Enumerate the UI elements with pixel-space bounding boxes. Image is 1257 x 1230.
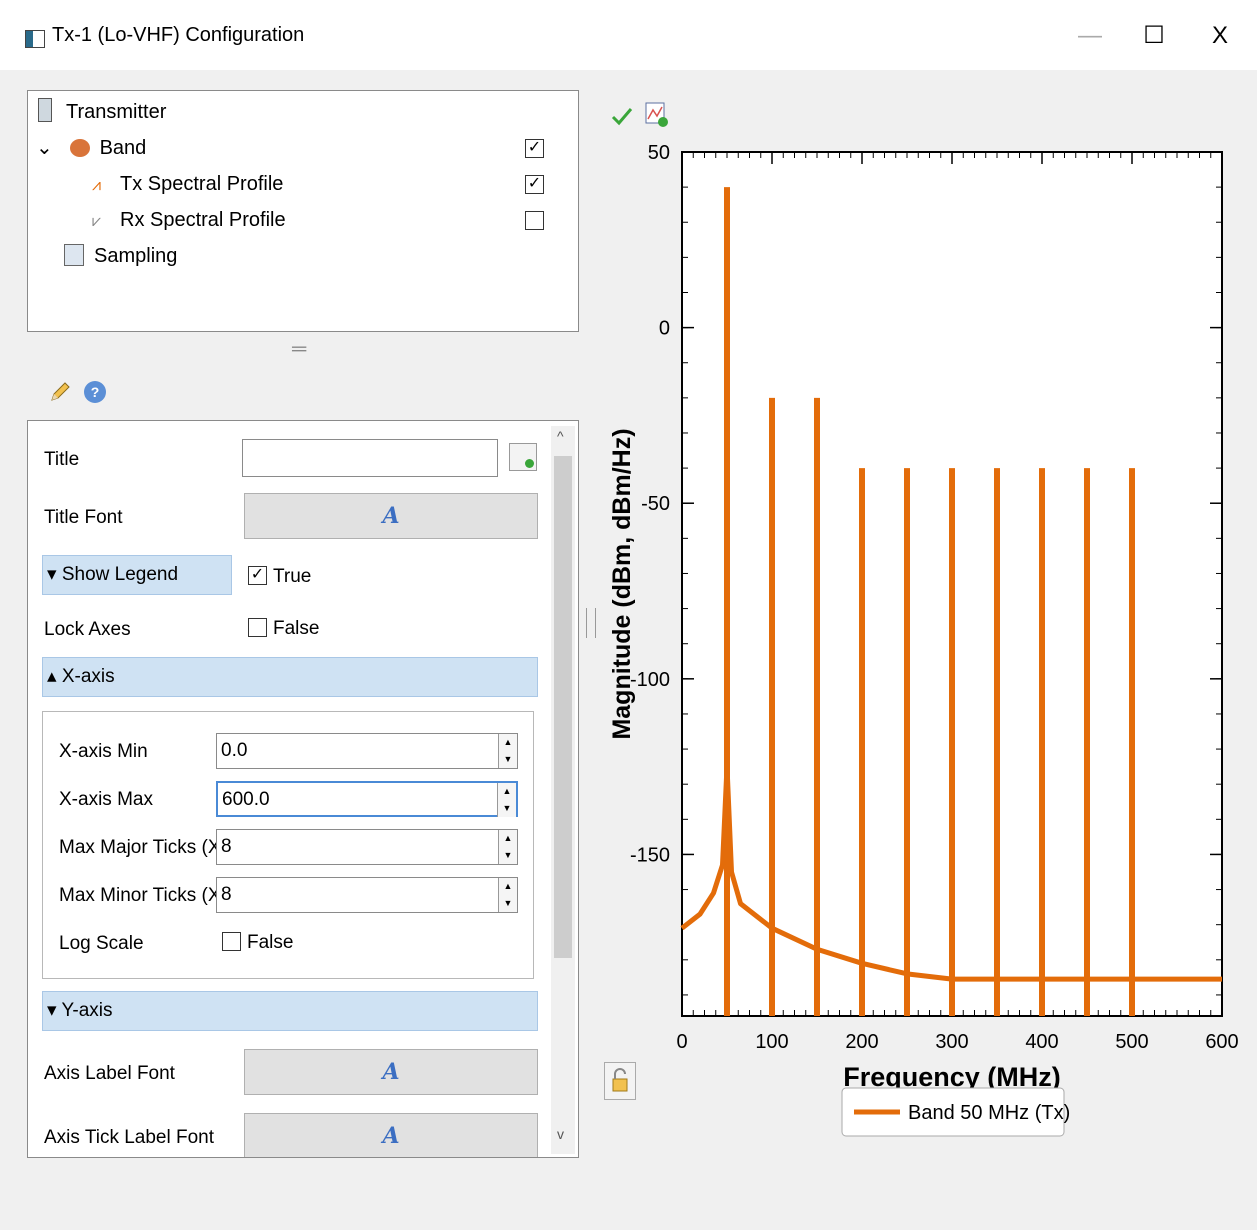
lock-axes-value: False [273,618,320,639]
tree-item-tx-spectral-profile[interactable]: ⩘ Tx Spectral Profile [92,169,283,199]
x-tick-label: 400 [1025,1031,1058,1053]
show-legend-checkbox[interactable]: ✓ [248,566,267,585]
y-tick-label: -150 [630,844,670,866]
font-icon: A [382,1123,400,1149]
axis-tick-label-font-label: Axis Tick Label Font [44,1127,215,1148]
x-tick-label: 300 [935,1031,968,1053]
transmitter-icon [38,98,52,122]
properties-panel: Title Title Font A ▾ Show Legend ✓ True … [27,420,579,1158]
tree-item-rx-spectral-profile[interactable]: ⩗ Rx Spectral Profile [92,205,286,235]
title-label: Title [44,449,80,470]
scroll-down-arrow[interactable]: v [557,1126,564,1142]
axis-label-font-label: Axis Label Font [44,1063,175,1084]
band-checkbox[interactable]: ✓ [525,139,544,158]
window-title: Tx-1 (Lo-VHF) Configuration [52,24,305,46]
title-font-label: Title Font [44,507,123,528]
title-input[interactable] [242,439,498,477]
maximize-button[interactable]: ☐ [1134,18,1174,54]
tree-item-sampling[interactable]: Sampling [64,241,177,271]
y-axis-section[interactable]: ▾ Y-axis [42,991,538,1031]
axis-label-font-button[interactable]: A [244,1049,538,1095]
y-axis-label: Magnitude (dBm, dBm/Hz) [608,428,636,739]
max-minor-ticks-spinner[interactable]: ▲ ▼ [498,878,517,912]
vertical-splitter[interactable] [586,608,596,638]
y-tick-label: 0 [659,318,670,340]
spectrum-chart: 0 100 200 300 400 500 600500-50-100-150Frequen… [608,142,1239,1137]
title-insert-icon[interactable] [509,443,537,471]
y-tick-label: 50 [648,142,670,164]
app-icon [25,30,45,48]
title-font-button[interactable]: A [244,493,538,539]
tx-spectrum-icon: ⩘ [92,177,102,194]
axis-tick-label-font-button[interactable]: A [244,1113,538,1157]
lock-axes-label: Lock Axes [44,619,131,640]
tree-item-transmitter[interactable]: Transmitter [38,97,166,127]
max-minor-ticks-input[interactable]: 8 ▲ ▼ [216,877,518,913]
log-scale-checkbox[interactable] [222,932,241,951]
close-button[interactable]: X [1200,18,1240,54]
x-axis-max-spinner[interactable]: ▲ ▼ [497,783,516,817]
x-tick-label: 600 [1205,1031,1238,1053]
x-axis-min-spinner[interactable]: ▲ ▼ [498,734,517,768]
max-major-ticks-label: Max Major Ticks (X) [59,837,227,858]
lock-axes-checkbox[interactable] [248,618,267,637]
x-axis-min-input[interactable]: 0.0 ▲ ▼ [216,733,518,769]
minimize-button[interactable]: — [1070,18,1110,54]
max-major-ticks-input[interactable]: 8 ▲ ▼ [216,829,518,865]
chart-export-icon[interactable] [644,101,670,129]
edit-pencil-icon[interactable] [48,380,72,404]
help-icon[interactable]: ? [84,381,106,403]
x-tick-label: 0 [676,1031,687,1053]
rx-spectrum-icon: ⩗ [92,213,102,230]
config-tree: Transmitter ⌄ Band ✓ ⩘ Tx Spectral Profil… [27,90,579,332]
sampling-icon [64,244,84,266]
legend-label: Band 50 MHz (Tx) [908,1102,1070,1124]
tree-item-band[interactable]: ⌄ Band [36,133,146,163]
show-legend-value: True [273,566,312,587]
x-axis-min-label: X-axis Min [59,741,148,762]
scroll-thumb[interactable] [554,456,572,958]
x-tick-label: 100 [755,1031,788,1053]
scroll-up-arrow[interactable]: ^ [557,428,564,444]
log-scale-label: Log Scale [59,933,144,954]
chevron-down-icon[interactable]: ⌄ [36,133,58,163]
properties-scrollbar[interactable]: ^ v [551,426,575,1154]
band-icon [69,139,90,157]
y-tick-label: -50 [641,493,670,515]
log-scale-value: False [247,932,294,953]
font-icon: A [382,503,400,529]
max-minor-ticks-label: Max Minor Ticks (X) [59,885,227,906]
x-tick-label: 500 [1115,1031,1148,1053]
tx-spectral-profile-checkbox[interactable]: ✓ [525,175,544,194]
rx-spectral-profile-checkbox[interactable] [525,211,544,230]
splitter-handle[interactable]: ═ [292,338,306,361]
x-axis-max-label: X-axis Max [59,789,153,810]
max-major-ticks-spinner[interactable]: ▲ ▼ [498,830,517,864]
show-legend-section[interactable]: ▾ Show Legend [42,555,232,595]
font-icon: A [382,1059,400,1085]
x-axis-section[interactable]: ▴ X-axis [42,657,538,697]
x-tick-label: 200 [845,1031,878,1053]
x-axis-max-input[interactable]: 600.0 ▲ ▼ [216,781,518,817]
apply-check-icon[interactable] [610,104,634,128]
